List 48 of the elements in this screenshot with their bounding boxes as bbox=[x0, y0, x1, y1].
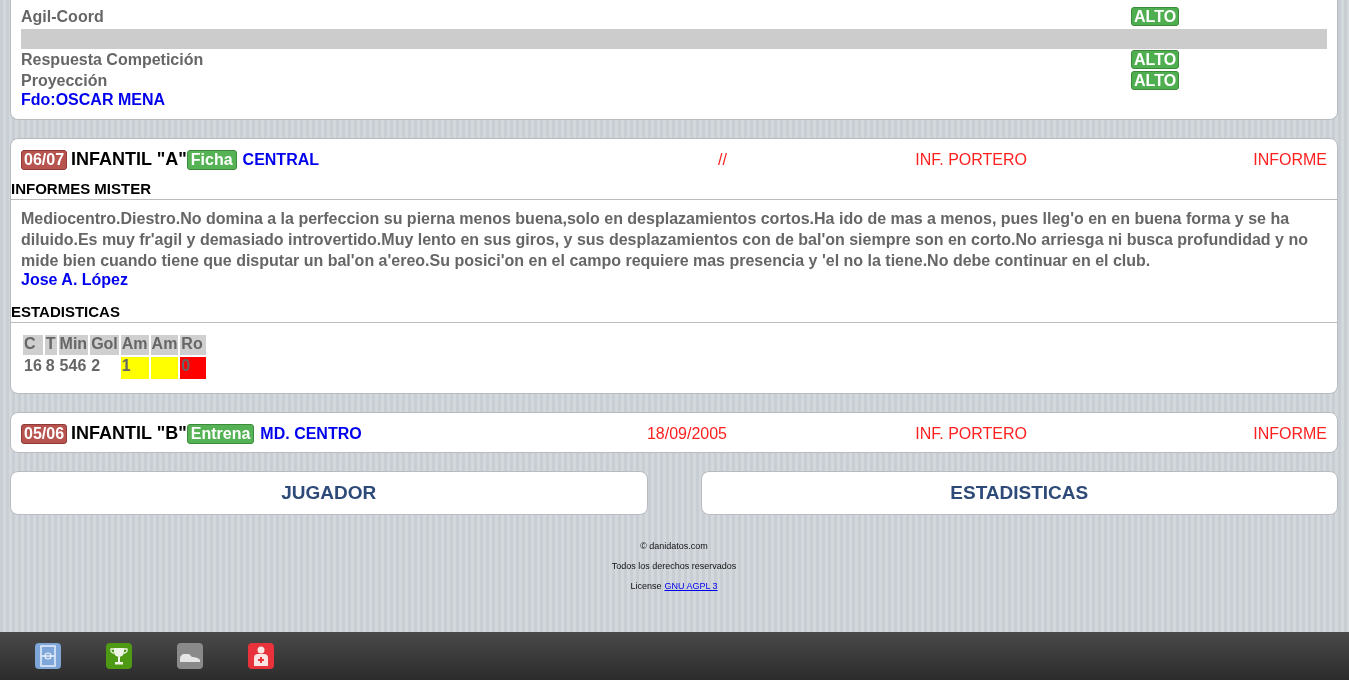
boot-icon[interactable] bbox=[176, 642, 204, 670]
license-link[interactable]: GNU AGPL 3 bbox=[664, 581, 718, 591]
stats-header: Am bbox=[150, 335, 179, 355]
evaluation-label: Proyección bbox=[21, 71, 109, 90]
date-text: // bbox=[717, 150, 727, 169]
team-name: INFANTIL "B" bbox=[71, 423, 187, 444]
pitch-icon[interactable] bbox=[34, 642, 62, 670]
rights-text: Todos los derechos reservados bbox=[611, 561, 737, 571]
stats-cell: 1 bbox=[120, 357, 149, 379]
position-label: CENTRAL bbox=[242, 150, 319, 169]
section-heading: ESTADISTICAS bbox=[11, 301, 1337, 323]
report-link[interactable]: INFORME bbox=[1027, 424, 1327, 443]
copyright-text: © danidatos.com bbox=[640, 541, 708, 551]
stats-header: C bbox=[23, 335, 43, 355]
stats-header: T bbox=[44, 335, 57, 355]
season-badge: 05/06 bbox=[21, 423, 68, 444]
team-name: INFANTIL "A" bbox=[71, 149, 187, 170]
report-link[interactable]: INFORME bbox=[1027, 150, 1327, 169]
season-badge: 06/07 bbox=[21, 149, 68, 170]
nav-button[interactable]: JUGADOR bbox=[10, 471, 648, 515]
evaluation-label: Respuesta Competición bbox=[21, 50, 205, 69]
trophy-icon[interactable] bbox=[105, 642, 133, 670]
status-tag: Ficha bbox=[186, 149, 237, 170]
stats-header: Min bbox=[58, 335, 89, 355]
stats-cell-text: 2 bbox=[90, 357, 102, 376]
stats-header: Am bbox=[120, 335, 149, 355]
stats-cell: 0 bbox=[180, 357, 207, 379]
goalkeeper-report-link[interactable]: INF. PORTERO bbox=[727, 424, 1027, 443]
goalkeeper-report-link[interactable]: INF. PORTERO bbox=[727, 150, 1027, 169]
status-tag: Entrena bbox=[186, 423, 255, 444]
report-text: Mediocentro.Diestro.No domina a la perfeccion su pierna menos buena,solo en desplazamientos cortos.Ha ido de mas a menos, pues lleg'o en en buena forma y se ha diluido.Es muy fr'agil y demasiado introvertido.Muy lento en sus giros, y sus desplazamientos con de bal'on siempre son en corto.No arriesga ni busca profundidad y no mide bien cuando tiene que disputar un bal'on a'ereo.Su posici'on en el campo requiere mas presencia y 'el no la tiene.No debe continuar en el club. bbox=[21, 209, 1309, 271]
position-label: MD. CENTRO bbox=[260, 424, 362, 443]
section-heading: INFORMES MISTER bbox=[11, 178, 1337, 200]
nav-button[interactable]: ESTADISTICAS bbox=[700, 471, 1338, 515]
signature: Fdo:OSCAR MENA bbox=[21, 91, 165, 109]
stats-cell-text: 8 bbox=[44, 357, 56, 376]
medic-icon[interactable] bbox=[247, 642, 275, 670]
license-label: License bbox=[630, 581, 662, 591]
rating-badge: ALTO bbox=[1131, 7, 1180, 26]
rating-badge: ALTO bbox=[1131, 50, 1180, 69]
stats-header: Gol bbox=[90, 335, 119, 355]
stats-cell-text: 546 bbox=[58, 357, 88, 376]
stats-cell-text: 16 bbox=[23, 357, 43, 376]
rating-badge: ALTO bbox=[1131, 71, 1180, 90]
date-text: 18/09/2005 bbox=[645, 424, 727, 443]
evaluation-label: Agil-Coord bbox=[21, 7, 105, 26]
report-author: Jose A. López bbox=[21, 271, 128, 289]
stats-header: Ro bbox=[180, 335, 207, 355]
